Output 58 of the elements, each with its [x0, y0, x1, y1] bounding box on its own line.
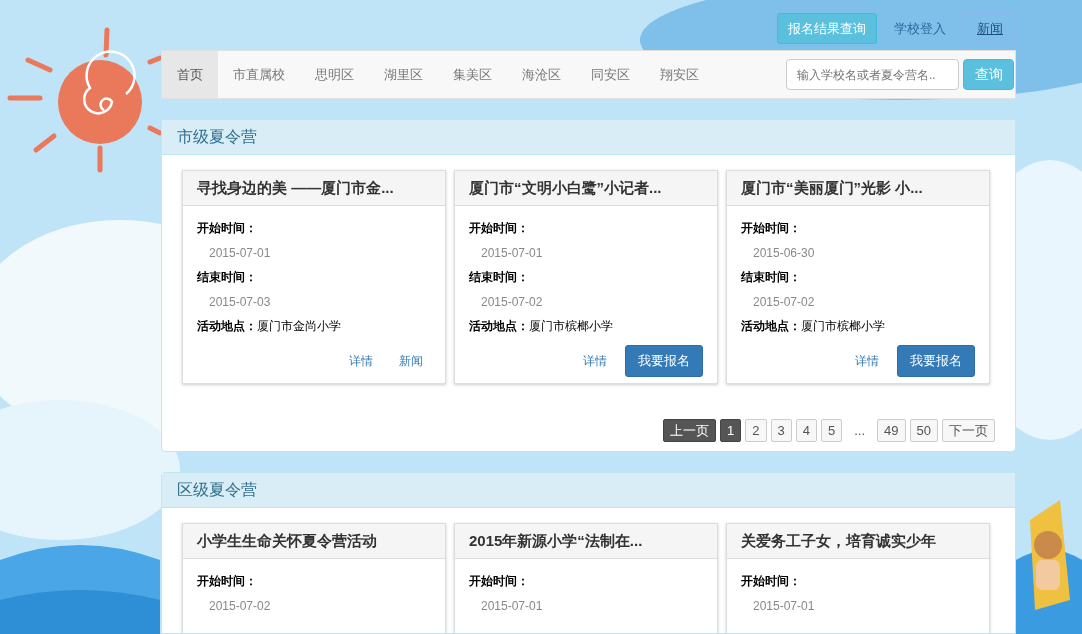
page-button[interactable]: 4 [795, 419, 817, 442]
nav-tab[interactable]: 思明区 [300, 51, 369, 98]
nav-tab[interactable]: 同安区 [576, 51, 645, 98]
location-text: 厦门市槟榔小学 [529, 319, 613, 333]
nav-tab[interactable]: 海沧区 [507, 51, 576, 98]
camp-title[interactable]: 关爱务工子女，培育诚实少年 [727, 524, 989, 559]
page-button[interactable]: 49 [877, 419, 906, 442]
news-button[interactable]: 新闻 [964, 12, 1016, 44]
camp-title[interactable]: 厦门市“文明小白鹭”小记者... [455, 171, 717, 206]
section-title: 区级夏令营 [162, 473, 1015, 508]
field-label: 活动地点： [741, 319, 801, 333]
page-button[interactable]: 3 [770, 419, 792, 442]
field-label: 结束时间： [741, 269, 802, 286]
action-link[interactable]: 详情 [847, 352, 887, 370]
signup-button[interactable]: 我要报名 [897, 345, 975, 377]
date-text: 2015-07-01 [208, 245, 272, 262]
date-text: 2015-07-01 [752, 598, 816, 615]
page-button[interactable]: 50 [909, 419, 938, 442]
camp-title[interactable]: 2015年新源小学“法制在... [455, 524, 717, 559]
page-button[interactable]: 5 [821, 419, 843, 442]
date-text: 2015-07-01 [480, 598, 544, 615]
action-link[interactable]: 详情 [341, 352, 381, 370]
date-text: 2015-07-02 [752, 294, 816, 311]
field-label: 结束时间： [469, 269, 530, 286]
field-label: 开始时间： [741, 220, 802, 237]
action-link[interactable]: 详情 [575, 352, 615, 370]
date-text: 2015-06-30 [752, 245, 816, 262]
search-field[interactable]: 输入学校名或者夏令营名.. [786, 59, 959, 90]
nav-tab[interactable]: 首页 [162, 51, 218, 98]
field-label: 活动地点： [197, 319, 257, 333]
next-page-button[interactable]: 下一页 [942, 419, 995, 442]
field-label: 开始时间： [469, 220, 530, 237]
field-label: 开始时间： [197, 573, 258, 590]
nav-tab[interactable]: 湖里区 [369, 51, 438, 98]
nav-tab[interactable]: 集美区 [438, 51, 507, 98]
nav-tab[interactable]: 翔安区 [645, 51, 714, 98]
field-label: 开始时间： [741, 573, 802, 590]
login-link[interactable]: 学校登入 [894, 13, 946, 43]
field-label: 结束时间： [197, 269, 258, 286]
page-button[interactable]: 1 [720, 419, 742, 442]
section-title: 市级夏令营 [162, 120, 1015, 155]
ellipsis-text: ... [853, 423, 867, 438]
date-text: 2015-07-03 [208, 294, 272, 311]
page-button[interactable]: 2 [745, 419, 767, 442]
camp-title[interactable]: 小学生生命关怀夏令营活动 [183, 524, 445, 559]
camp-title[interactable]: 厦门市“美丽厦门”光影 小... [727, 171, 989, 206]
date-text: 2015-07-02 [480, 294, 544, 311]
field-label: 开始时间： [469, 573, 530, 590]
date-text: 2015-07-01 [480, 245, 544, 262]
location-text: 厦门市槟榔小学 [801, 319, 885, 333]
date-text: 2015-07-02 [208, 598, 272, 615]
signup-button[interactable]: 我要报名 [625, 345, 703, 377]
nav-tab[interactable]: 市直属校 [218, 51, 300, 98]
field-label: 活动地点： [469, 319, 529, 333]
field-label: 开始时间： [197, 220, 258, 237]
action-link[interactable]: 新闻 [391, 352, 431, 370]
camp-title[interactable]: 寻找身边的美 ——厦门市金... [183, 171, 445, 206]
location-text: 厦门市金尚小学 [257, 319, 341, 333]
